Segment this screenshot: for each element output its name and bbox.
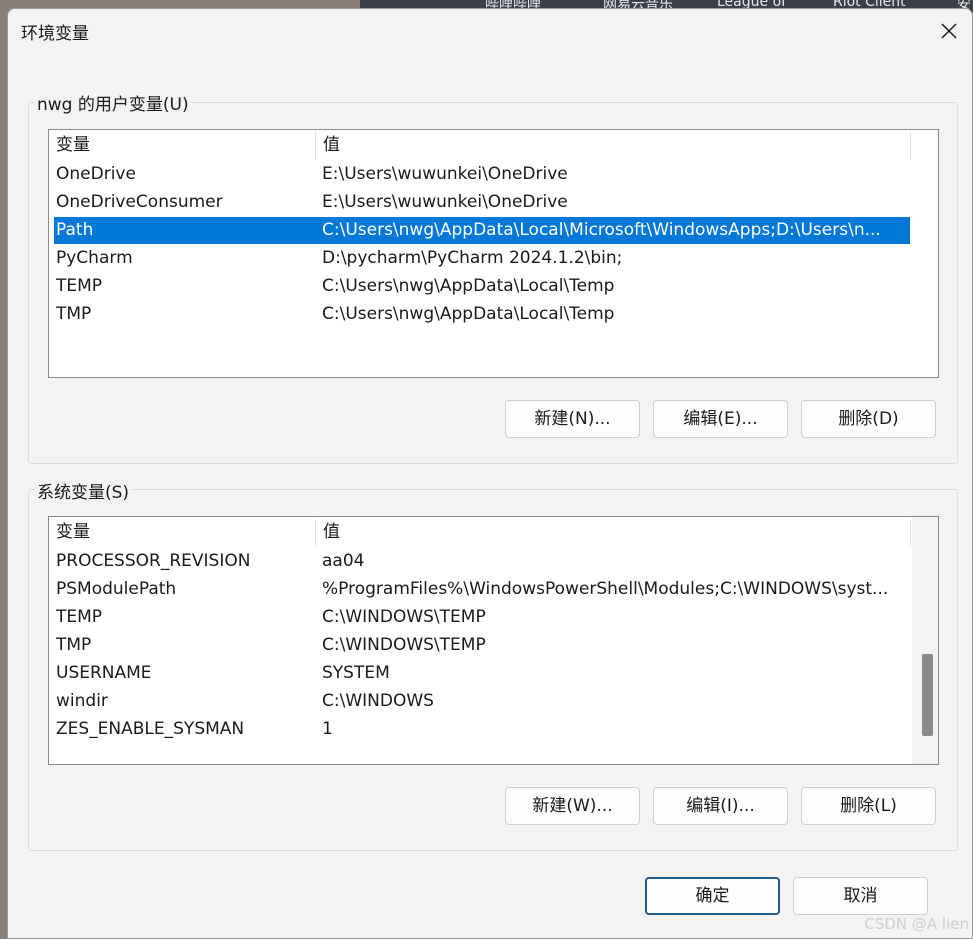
- column-header-value[interactable]: 值: [316, 517, 910, 547]
- variable-value: 1: [322, 719, 333, 739]
- list-item[interactable]: windir C:\WINDOWS: [54, 688, 910, 715]
- close-button[interactable]: [926, 9, 972, 53]
- user-variables-label: nwg 的用户变量(U): [35, 90, 191, 115]
- user-edit-button[interactable]: 编辑(E)...: [653, 400, 788, 438]
- variable-value: D:\pycharm\PyCharm 2024.1.2\bin;: [322, 248, 623, 268]
- list-item[interactable]: TMP C:\WINDOWS\TEMP: [54, 632, 910, 659]
- column-header-variable[interactable]: 变量: [49, 517, 316, 547]
- list-item[interactable]: PSModulePath %ProgramFiles%\WindowsPowerS…: [54, 576, 910, 603]
- variable-name: USERNAME: [56, 663, 152, 683]
- system-new-button[interactable]: 新建(W)...: [505, 787, 640, 825]
- variable-name: OneDriveConsumer: [56, 192, 223, 212]
- variable-name: TEMP: [56, 276, 103, 296]
- variable-name: TMP: [56, 304, 92, 324]
- variable-value: C:\WINDOWS: [322, 691, 434, 711]
- variable-value: C:\Users\nwg\AppData\Local\Microsoft\Win…: [322, 220, 881, 240]
- column-header-value[interactable]: 值: [316, 130, 910, 160]
- system-variables-label: 系统变量(S): [35, 478, 132, 503]
- variable-value: E:\Users\wuwunkei\OneDrive: [322, 164, 568, 184]
- list-item[interactable]: PyCharm D:\pycharm\PyCharm 2024.1.2\bin;: [54, 245, 910, 272]
- variable-name: windir: [56, 691, 108, 711]
- variable-value: E:\Users\wuwunkei\OneDrive: [322, 192, 568, 212]
- ok-button[interactable]: 确定: [645, 877, 780, 915]
- variable-name: ZES_ENABLE_SYSMAN: [56, 719, 245, 739]
- list-item-selected[interactable]: Path C:\Users\nwg\AppData\Local\Microsoft…: [54, 217, 910, 244]
- column-divider[interactable]: [910, 132, 911, 160]
- user-delete-button[interactable]: 删除(D): [801, 400, 936, 438]
- list-item[interactable]: ZES_ENABLE_SYSMAN 1: [54, 716, 910, 743]
- column-divider[interactable]: [910, 519, 911, 547]
- watermark: CSDN @A lien: [864, 915, 969, 933]
- variable-name: OneDrive: [56, 164, 136, 184]
- list-item[interactable]: OneDrive E:\Users\wuwunkei\OneDrive: [54, 161, 910, 188]
- list-item[interactable]: PROCESSOR_REVISION aa04: [54, 548, 910, 575]
- variable-name: PyCharm: [56, 248, 133, 268]
- scrollbar-thumb[interactable]: [922, 654, 933, 736]
- list-header: 变量 值: [49, 130, 911, 160]
- vertical-scrollbar[interactable]: [912, 517, 938, 764]
- variable-name: TEMP: [56, 607, 103, 627]
- list-item[interactable]: TEMP C:\Users\nwg\AppData\Local\Temp: [54, 273, 910, 300]
- environment-variables-dialog: 环境变量 nwg 的用户变量(U) 变量 值 OneDrive E:\Users\…: [7, 8, 973, 939]
- variable-name: TMP: [56, 635, 92, 655]
- variable-value: C:\WINDOWS\TEMP: [322, 635, 486, 655]
- variable-name: PSModulePath: [56, 579, 177, 599]
- variable-name: PROCESSOR_REVISION: [56, 551, 251, 571]
- user-new-button[interactable]: 新建(N)...: [505, 400, 640, 438]
- cancel-button[interactable]: 取消: [793, 877, 928, 915]
- list-item[interactable]: TEMP C:\WINDOWS\TEMP: [54, 604, 910, 631]
- variable-value: C:\Users\nwg\AppData\Local\Temp: [322, 304, 615, 324]
- title-bar: 环境变量: [8, 9, 972, 53]
- variable-value: C:\WINDOWS\TEMP: [322, 607, 486, 627]
- list-item[interactable]: USERNAME SYSTEM: [54, 660, 910, 687]
- system-delete-button[interactable]: 删除(L): [801, 787, 936, 825]
- list-header: 变量 值: [49, 517, 911, 547]
- user-variables-list[interactable]: 变量 值 OneDrive E:\Users\wuwunkei\OneDrive O…: [48, 129, 939, 378]
- list-item[interactable]: OneDriveConsumer E:\Users\wuwunkei\OneDri…: [54, 189, 910, 216]
- system-variables-list[interactable]: 变量 值 PROCESSOR_REVISION aa04 PSModulePath%…: [48, 516, 939, 765]
- variable-value: C:\Users\nwg\AppData\Local\Temp: [322, 276, 615, 296]
- variable-value: SYSTEM: [322, 663, 390, 683]
- variable-value: aa04: [322, 551, 365, 571]
- variable-value: %ProgramFiles%\WindowsPowerShell\Modules…: [322, 579, 889, 599]
- system-edit-button[interactable]: 编辑(I)...: [653, 787, 788, 825]
- column-header-variable[interactable]: 变量: [49, 130, 316, 160]
- variable-name: Path: [56, 220, 94, 240]
- list-item[interactable]: TMP C:\Users\nwg\AppData\Local\Temp: [54, 301, 910, 328]
- dialog-title: 环境变量: [21, 24, 89, 44]
- close-icon: [941, 23, 957, 39]
